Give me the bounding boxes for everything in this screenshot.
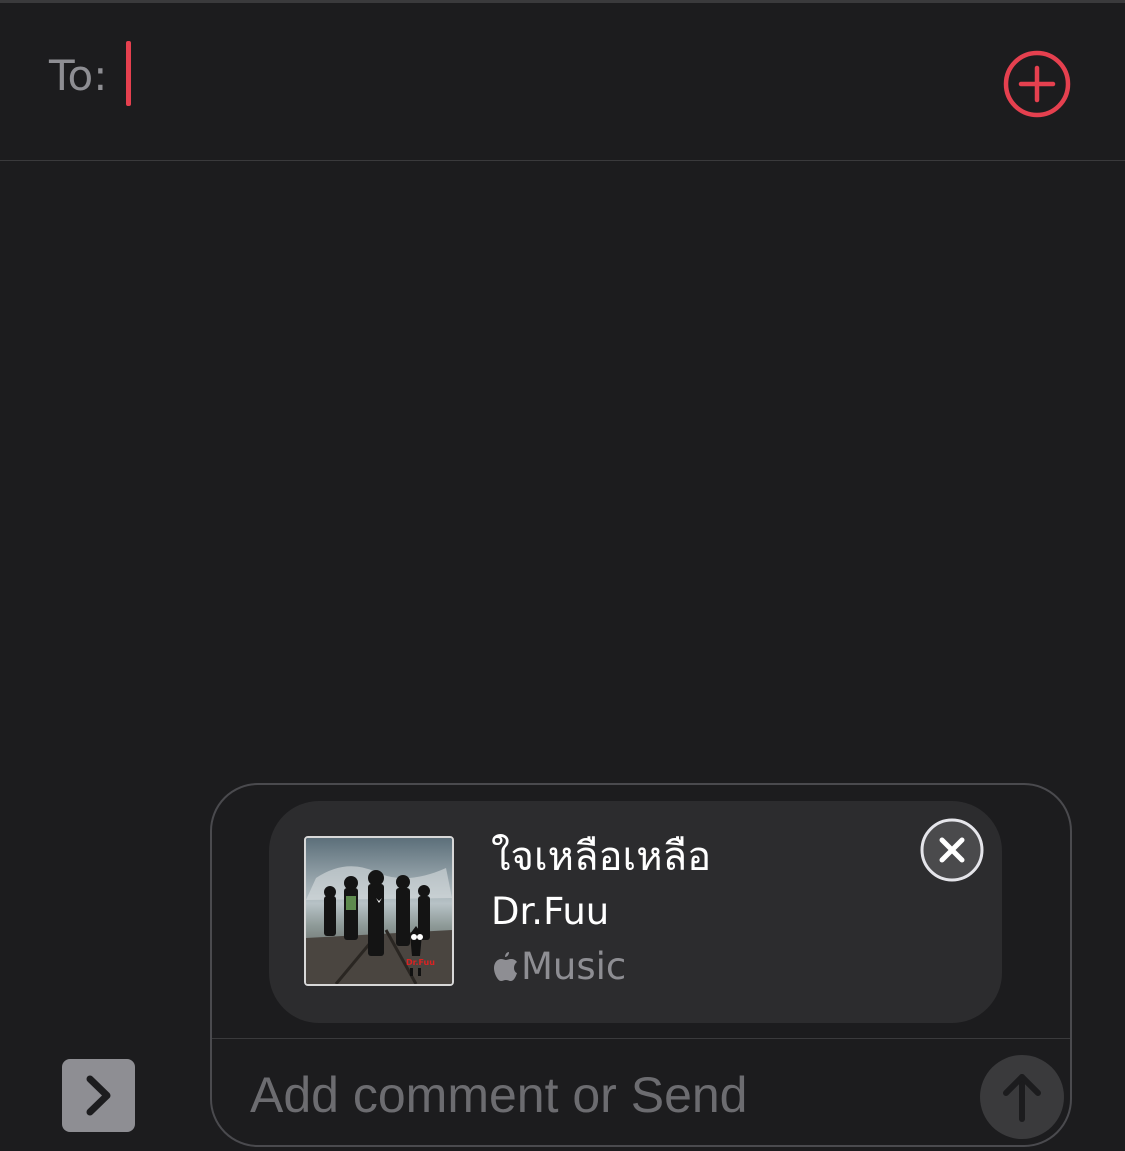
album-artwork: Dr.Fuu — [304, 836, 454, 986]
source-label: Music — [521, 945, 627, 988]
remove-attachment-button[interactable] — [920, 818, 984, 882]
song-title: ใจเหลือเหลือ — [491, 834, 712, 880]
to-label: To: — [49, 51, 108, 100]
arrow-up-icon — [1003, 1074, 1041, 1122]
recipient-input[interactable] — [122, 39, 942, 109]
new-message-screen: To: Dr.Fuu ใจเหลือเหลือ Dr.Fuu Music Add… — [0, 0, 1125, 1151]
message-compose-box: Dr.Fuu ใจเหลือเหลือ Dr.Fuu Music — [210, 783, 1072, 1147]
add-contact-button[interactable] — [1002, 49, 1072, 119]
compose-divider — [212, 1038, 1070, 1039]
album-logo-text: Dr.Fuu — [406, 958, 435, 967]
plus-circle-icon — [1003, 50, 1071, 118]
expand-apps-button[interactable] — [62, 1059, 135, 1132]
header-divider — [0, 160, 1125, 161]
comment-input[interactable] — [250, 1060, 950, 1130]
music-preview-card[interactable]: Dr.Fuu ใจเหลือเหลือ Dr.Fuu Music — [269, 801, 1002, 1023]
source-label-row: Music — [491, 944, 626, 990]
artist-name: Dr.Fuu — [491, 890, 610, 933]
chevron-right-icon — [86, 1075, 111, 1116]
apple-logo-icon — [494, 952, 517, 981]
recipient-row: To: — [0, 3, 1125, 160]
close-circle-icon — [920, 818, 984, 882]
send-button[interactable] — [980, 1055, 1064, 1139]
text-cursor — [126, 41, 131, 106]
